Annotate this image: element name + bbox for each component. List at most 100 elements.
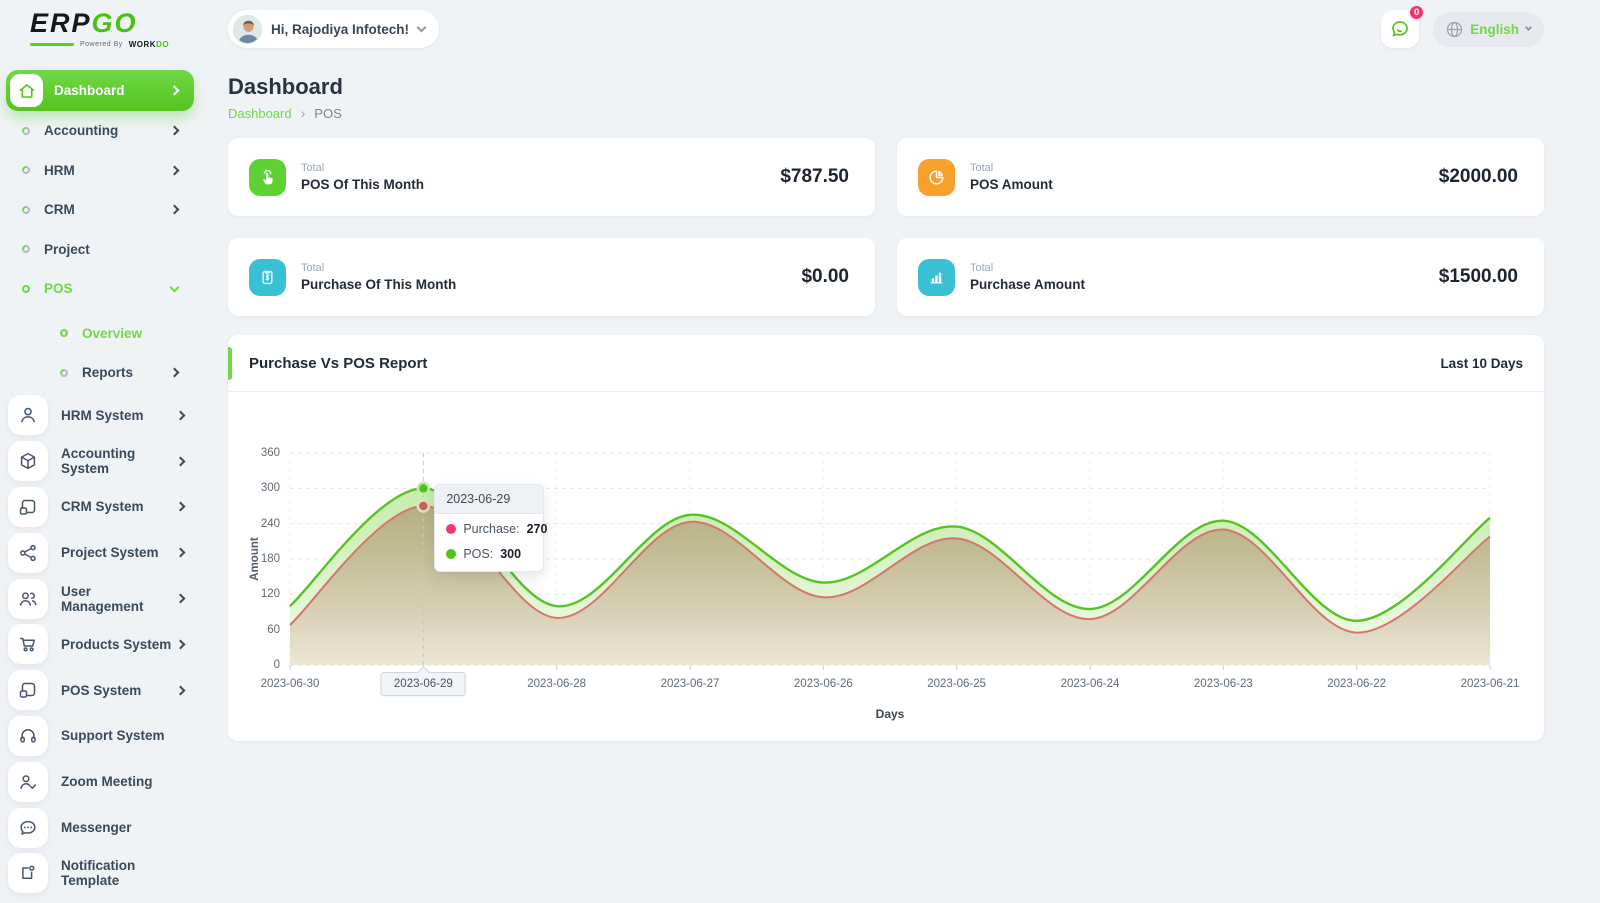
sidebar-item-label: Accounting System [61,446,177,476]
tooltip-row-pos: POS: 300 [435,539,543,571]
chat-bubble-icon [1389,18,1411,40]
chevron-right-icon [176,685,186,695]
sidebar-item-crm[interactable]: CRM [6,190,194,230]
sidebar-item-hrm-system[interactable]: HRM System [6,393,194,439]
stat-kicker: Total [970,262,1085,274]
bullet-icon [58,328,69,339]
chat-bubble-icon [18,818,38,838]
sidebar-item-label: HRM [44,163,171,178]
sidebar-item-zoom-meeting[interactable]: Zoom Meeting [6,759,194,805]
tooltip-value: 270 [527,522,548,536]
stat-card-purchase-of-this-month: Total Purchase Of This Month $0.00 [228,238,875,316]
user-check-icon [18,772,38,792]
notification-page-icon [18,863,38,883]
sidebar-item-pos-system[interactable]: POS System [6,667,194,713]
x-tick-label: 2023-06-22 [1327,678,1386,690]
app-window-icon [18,680,38,700]
stat-label: Purchase Amount [970,277,1085,292]
chevron-right-icon [176,410,186,420]
sidebar-item-label: Overview [82,326,178,341]
sidebar-item-accounting[interactable]: Accounting [6,111,194,151]
user-avatar [233,15,262,44]
sidebar: Dashboard Accounting HRM CRM Project POS… [6,70,194,896]
tooltip-date: 2023-06-29 [435,485,543,514]
y-tick-label: 240 [232,518,280,530]
bullet-icon [20,204,31,215]
x-tick-label: 2023-06-24 [1061,678,1120,690]
sidebar-item-accounting-system[interactable]: Accounting System [6,438,194,484]
bullet-icon [20,125,31,136]
chevron-right-icon [176,639,186,649]
user-greeting: Hi, Rajodiya Infotech! [271,22,409,37]
sidebar-item-notification-template[interactable]: Notification Template [6,850,194,896]
bar-chart-icon [918,259,955,296]
chevron-right-icon [170,205,180,215]
tooltip-value: 300 [500,547,521,561]
breadcrumb-dashboard-link[interactable]: Dashboard [228,106,292,121]
sidebar-item-label: CRM [44,202,171,217]
stat-label: POS Of This Month [301,177,424,192]
brand-tagline: Powered By WORKDO [30,40,228,49]
user-menu-button[interactable]: Hi, Rajodiya Infotech! [228,10,439,48]
sidebar-item-label: HRM System [61,408,177,423]
sidebar-item-label: Project [44,242,178,257]
stat-value: $1500.00 [1439,266,1518,288]
language-selector[interactable]: English [1433,12,1544,47]
sidebar-item-products-system[interactable]: Products System [6,621,194,667]
purchase-marker-dot [418,501,429,512]
purchase-series-dot-icon [446,524,456,534]
x-tick-label: 2023-06-21 [1461,678,1520,690]
sidebar-item-label: Dashboard [54,83,171,98]
pos-marker-dot [418,483,429,494]
sidebar-item-pos[interactable]: POS [6,269,194,309]
purchase-vs-pos-report-card: Purchase Vs POS Report Last 10 Days Amou… [228,335,1544,741]
sidebar-item-project-system[interactable]: Project System [6,530,194,576]
messages-button[interactable]: 0 [1381,10,1419,48]
breadcrumb-current: POS [314,106,341,121]
y-tick-label: 180 [232,553,280,565]
chevron-down-icon [417,23,427,33]
bullet-icon [20,283,31,294]
chevron-right-icon [170,368,180,378]
tap-icon [249,159,286,196]
sidebar-item-label: User Management [61,584,177,614]
page-title: Dashboard [228,74,1544,100]
share-nodes-icon [18,543,38,563]
sidebar-item-pos-overview[interactable]: Overview [44,314,194,354]
sidebar-item-label: Reports [82,365,171,380]
notification-badge: 0 [1408,4,1425,21]
x-tick-label: 2023-06-30 [261,678,320,690]
sidebar-item-dashboard[interactable]: Dashboard [6,70,194,111]
sidebar-item-support-system[interactable]: Support System [6,713,194,759]
tagline-rule [30,43,74,46]
chevron-right-icon [170,165,180,175]
stat-card-purchase-amount: Total Purchase Amount $1500.00 [897,238,1544,316]
chevron-right-icon [170,126,180,136]
stat-kicker: Total [970,162,1053,174]
brand-text: ERPGO [30,10,228,37]
cart-icon [18,634,38,654]
sidebar-item-messenger[interactable]: Messenger [6,805,194,851]
tooltip-label: Purchase: [463,522,519,536]
sidebar-item-project[interactable]: Project [6,230,194,270]
pie-chart-icon [918,159,955,196]
area-chart[interactable]: 2023-06-29 Purchase: 270 POS: 300 [290,453,1490,665]
x-tick-label: 2023-06-23 [1194,678,1253,690]
sidebar-item-crm-system[interactable]: CRM System [6,484,194,530]
sidebar-item-hrm[interactable]: HRM [6,151,194,191]
app-logo[interactable]: ERPGO Powered By WORKDO [0,10,228,49]
sidebar-item-label: Notification Template [61,858,184,888]
x-tick-label-highlighted: 2023-06-29 [381,672,466,696]
app-window-icon [18,497,38,517]
sidebar-item-user-management[interactable]: User Management [6,576,194,622]
y-tick-label: 300 [232,482,280,494]
breadcrumb-separator: › [301,105,306,121]
chevron-down-icon [1525,24,1532,31]
sidebar-item-label: Project System [61,545,177,560]
y-tick-label: 0 [232,659,280,671]
sidebar-item-pos-reports[interactable]: Reports [44,353,194,393]
headset-icon [18,726,38,746]
pos-series-dot-icon [446,549,456,559]
tooltip-label: POS: [463,547,493,561]
chevron-right-icon [170,86,180,96]
